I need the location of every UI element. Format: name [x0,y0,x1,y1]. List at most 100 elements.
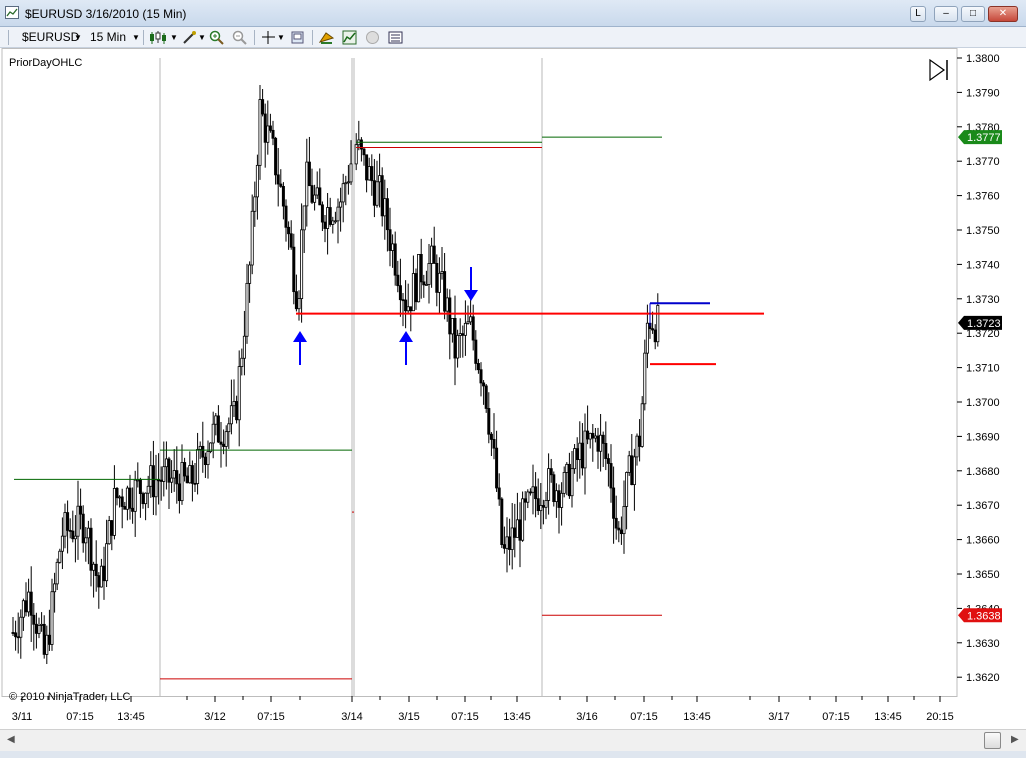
candle-body [14,632,18,638]
candle-body [203,456,207,466]
candle-body [560,492,564,508]
candle-body [271,129,275,139]
candle-body [362,148,366,156]
candle-body [190,465,194,484]
candle-body [432,245,436,264]
candle-body [253,196,257,212]
candle-body [188,465,192,484]
close-button[interactable]: ✕ [988,6,1018,22]
maximize-button[interactable]: □ [961,6,985,22]
candle-body [11,632,15,634]
candle-body [123,506,127,510]
indicators-icon[interactable] [342,30,357,45]
candle [484,384,488,413]
strategy-icon[interactable] [319,30,334,45]
candle-body [19,616,23,638]
candle [500,497,504,549]
candle-body [84,537,88,544]
scroll-right-arrow-icon[interactable]: ▶ [1011,734,1019,745]
candle-body [534,486,538,500]
candle-body [645,322,649,354]
price-marker-label: 1.3638 [967,610,1001,622]
candle-body [214,415,218,425]
toolbar-separator [143,30,144,45]
horizontal-scrollbar[interactable]: ◀ ▶ [0,729,1026,751]
candle-body [336,206,340,222]
chart-style-dropdown-icon[interactable]: ▼ [170,33,178,42]
candle-body [549,468,553,476]
candle-body [580,442,584,469]
candle-body [16,636,20,639]
candle-body [541,505,545,508]
data-box-icon[interactable] [290,30,305,45]
candle-body [302,205,306,231]
price-chart[interactable]: 1.38001.37901.37801.37701.37601.37501.37… [0,48,1026,729]
candle-body [219,441,223,445]
candle-body [604,443,608,459]
candle-body [609,463,613,489]
interval-selector[interactable]: 15 Min [90,30,126,44]
candle-body [627,455,631,473]
candle-body [99,565,103,588]
scroll-thumb[interactable] [984,732,1001,749]
candle-body [79,505,83,515]
drawing-tool-icon[interactable] [182,30,197,45]
candle-body [105,543,109,582]
candle-body [154,479,158,498]
crosshair-icon[interactable] [261,30,276,45]
candle-body [526,491,530,503]
candle-body [393,243,397,276]
instrument-selector[interactable]: $EURUSD [22,30,79,44]
candle-body [261,99,265,115]
crosshair-dropdown-icon[interactable]: ▼ [277,33,285,42]
alert-icon[interactable] [365,30,380,45]
instrument-dropdown-icon[interactable]: ▼ [74,33,82,42]
candle-body [383,198,387,217]
y-tick-label: 1.3710 [966,363,1000,375]
zoom-in-icon[interactable] [209,30,224,45]
interval-dropdown-icon[interactable]: ▼ [132,33,140,42]
x-tick-label: 07:15 [257,711,285,723]
drawing-tool-dropdown-icon[interactable]: ▼ [198,33,206,42]
candle-body [281,186,285,207]
candle-body [479,369,483,384]
candle-body [292,246,296,293]
chart-panel[interactable]: 1.3800 1.3790 1.3780 1.3770 1.3760 1.3750 1.37… [0,48,1026,729]
candle-body [245,282,249,337]
candle-body [505,536,509,549]
zoom-out-icon[interactable] [232,30,247,45]
candle-body [24,600,28,613]
candle-body [484,385,488,409]
candle-body [183,462,187,477]
candle-body [167,458,171,483]
candle-body [409,306,413,312]
candle-body [474,339,478,364]
indicator-label: PriorDayOHLC [9,57,82,69]
minimize-button[interactable]: – [934,6,958,22]
properties-icon[interactable] [388,30,403,45]
candle-body [612,487,616,519]
candle-body [500,498,504,546]
price-marker: 1.3723 [958,315,1002,330]
candle-body [391,243,395,251]
y-tick-label: 1.3790 [966,87,1000,99]
candle [417,254,421,303]
candle-body [601,434,605,444]
candle-body [92,563,96,571]
link-button[interactable]: L [910,6,926,22]
candle-body [471,316,475,341]
candle-body [157,479,161,482]
candle-body [513,527,517,538]
chart-app-icon [5,6,19,19]
copyright-text: © 2010 NinjaTrader, LLC [9,691,130,703]
scroll-left-arrow-icon[interactable]: ◀ [7,734,15,745]
y-tick-label: 1.3660 [966,535,1000,547]
candle-body [528,491,532,494]
y-tick-label: 1.3650 [966,569,1000,581]
chart-style-icon[interactable] [149,30,171,45]
candle-body [318,187,322,206]
candle-body [235,401,239,421]
candle-body [263,113,267,143]
candle-body [435,262,439,293]
candle-body [570,468,574,497]
